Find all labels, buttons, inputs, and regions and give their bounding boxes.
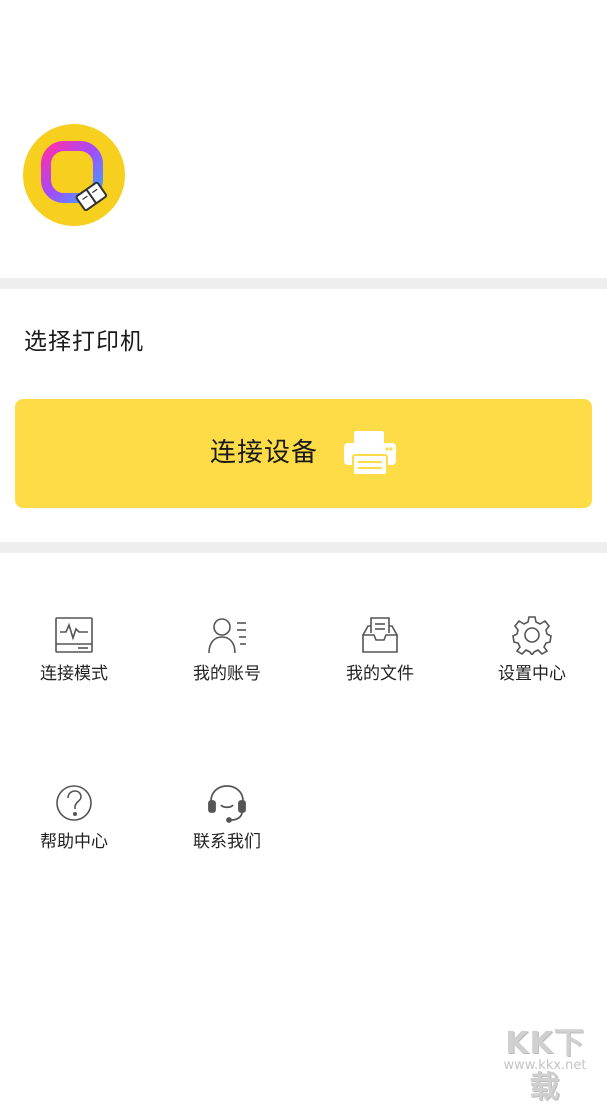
menu-item-label: 联系我们 <box>193 832 261 852</box>
header-area <box>0 0 607 278</box>
connect-device-label: 连接设备 <box>210 438 319 468</box>
app-logo-icon[interactable] <box>23 124 125 226</box>
menu-item-label: 我的账号 <box>193 664 261 684</box>
gear-icon <box>512 616 552 655</box>
menu-item-connect-mode[interactable]: 连接模式 <box>14 615 134 725</box>
section-divider <box>0 278 607 289</box>
menu-item-label: 我的文件 <box>346 664 414 684</box>
menu-item-my-files[interactable]: 我的文件 <box>320 615 440 725</box>
inbox-document-icon <box>362 617 398 653</box>
printer-icon <box>344 431 396 476</box>
menu-item-label: 连接模式 <box>40 664 108 684</box>
menu-item-my-account[interactable]: 我的账号 <box>167 615 287 725</box>
monitor-wave-icon <box>55 617 93 653</box>
menu-item-label: 帮助中心 <box>40 832 108 852</box>
menu-item-settings[interactable]: 设置中心 <box>472 615 592 725</box>
menu-item-help-center[interactable]: 帮助中心 <box>14 783 134 893</box>
section-divider <box>0 542 607 553</box>
connect-device-button[interactable]: 连接设备 <box>15 399 592 508</box>
watermark-url: www.kkx.net <box>503 1058 587 1073</box>
watermark: KK下载 www.kkx.net <box>490 1018 600 1105</box>
section-title: 选择打印机 <box>24 329 144 355</box>
headset-icon <box>208 785 246 823</box>
menu-item-label: 设置中心 <box>498 664 566 684</box>
menu-item-contact-us[interactable]: 联系我们 <box>167 783 287 893</box>
question-circle-icon <box>56 785 92 821</box>
user-list-icon <box>208 618 246 654</box>
